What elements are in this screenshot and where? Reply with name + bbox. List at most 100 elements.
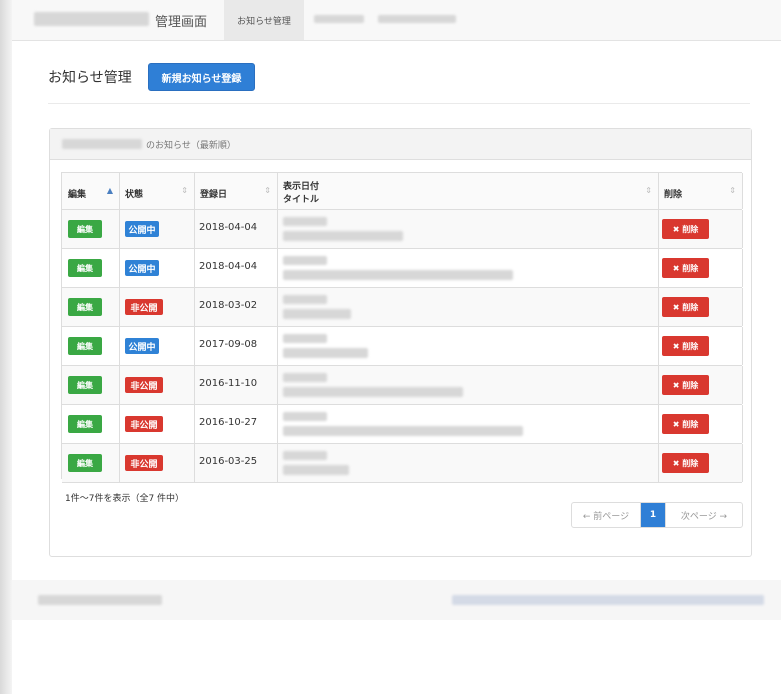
title-redacted	[283, 270, 513, 280]
col-header-edit-label: 編集	[68, 190, 87, 200]
display-date-redacted	[283, 373, 327, 382]
cell-registered: 2016-11-10	[194, 366, 278, 404]
registered-date: 2016-03-25	[199, 456, 258, 467]
delete-button[interactable]: ✖ 削除	[662, 414, 709, 434]
registered-date: 2018-03-02	[199, 300, 258, 311]
cell-edit: 編集	[62, 327, 120, 365]
table-row: 編集 公開中 2018-04-04 ✖ 削除	[62, 249, 743, 288]
panel-heading: のお知らせ（最新順）	[50, 129, 751, 160]
status-badge: 非公開	[125, 299, 163, 315]
status-badge: 公開中	[125, 260, 159, 276]
registered-date: 2017-09-08	[199, 339, 258, 350]
cell-status: 非公開	[119, 444, 195, 482]
panel-heading-redacted	[62, 139, 142, 149]
title-redacted	[283, 348, 368, 358]
table-row: 編集 非公開 2016-11-10 ✖ 削除	[62, 366, 743, 405]
display-date-redacted	[283, 295, 327, 304]
brand-title[interactable]: 管理画面	[155, 11, 207, 30]
status-badge: 非公開	[125, 416, 163, 432]
page-footer	[12, 580, 781, 620]
delete-button[interactable]: ✖ 削除	[662, 219, 709, 239]
col-header-status-label: 状態	[125, 190, 144, 200]
edit-button[interactable]: 編集	[68, 220, 102, 238]
cell-delete: ✖ 削除	[658, 444, 743, 482]
edit-button[interactable]: 編集	[68, 259, 102, 277]
cell-status: 公開中	[119, 249, 195, 287]
page-title: お知らせ管理	[48, 70, 132, 86]
cell-edit: 編集	[62, 288, 120, 326]
cell-title	[277, 366, 659, 404]
panel-heading-text: のお知らせ（最新順）	[146, 141, 236, 151]
edit-button[interactable]: 編集	[68, 415, 102, 433]
sort-both-icon[interactable]: ⇕	[181, 186, 188, 195]
edit-button[interactable]: 編集	[68, 376, 102, 394]
footer-left-redacted	[38, 595, 162, 605]
table-row: 編集 非公開 2016-10-27 ✖ 削除	[62, 405, 743, 444]
header-divider	[48, 103, 750, 104]
registered-date: 2016-10-27	[199, 417, 258, 428]
status-badge: 非公開	[125, 455, 163, 471]
cell-status: 非公開	[119, 288, 195, 326]
delete-button[interactable]: ✖ 削除	[662, 297, 709, 317]
cell-registered: 2018-04-04	[194, 249, 278, 287]
cell-delete: ✖ 削除	[658, 327, 743, 365]
result-summary: 1件〜7件を表示（全7 件中）	[65, 494, 185, 504]
delete-button[interactable]: ✖ 削除	[662, 336, 709, 356]
col-header-title[interactable]: 表示日付 タイトル ⇕	[277, 173, 659, 209]
table-row: 編集 非公開 2018-03-02 ✖ 削除	[62, 288, 743, 327]
title-redacted	[283, 231, 403, 241]
prev-page-button[interactable]: ← 前ページ	[572, 503, 641, 527]
window-edge	[0, 0, 12, 694]
col-header-registered[interactable]: 登録日 ⇕	[194, 173, 278, 209]
col-header-status[interactable]: 状態 ⇕	[119, 173, 195, 209]
table-row: 編集 非公開 2016-03-25 ✖ 削除	[62, 444, 743, 483]
delete-button[interactable]: ✖ 削除	[662, 453, 709, 473]
page-1-button[interactable]: 1	[641, 503, 666, 527]
cell-registered: 2016-10-27	[194, 405, 278, 443]
next-page-button[interactable]: 次ページ →	[666, 503, 742, 527]
cell-title	[277, 405, 659, 443]
notices-panel: のお知らせ（最新順） 編集 ▲ 状態 ⇕ 登録日 ⇕ 表示日付 タイトル ⇕ 削…	[49, 128, 752, 557]
edit-button[interactable]: 編集	[68, 298, 102, 316]
nav-tab-news[interactable]: お知らせ管理	[224, 0, 304, 40]
page: 管理画面 お知らせ管理 お知らせ管理 新規お知らせ登録 のお知らせ（最新順） 編…	[12, 0, 781, 694]
table-header-row: 編集 ▲ 状態 ⇕ 登録日 ⇕ 表示日付 タイトル ⇕ 削除 ⇕	[62, 173, 743, 210]
status-badge: 公開中	[125, 338, 159, 354]
cell-title	[277, 249, 659, 287]
sort-both-icon[interactable]: ⇕	[729, 186, 736, 195]
col-header-delete[interactable]: 削除 ⇕	[658, 173, 743, 209]
notices-table: 編集 ▲ 状態 ⇕ 登録日 ⇕ 表示日付 タイトル ⇕ 削除 ⇕ 編集 公開中 …	[61, 172, 743, 483]
title-redacted	[283, 387, 463, 397]
status-badge: 非公開	[125, 377, 163, 393]
nav-tab-redacted-1[interactable]	[314, 15, 364, 23]
cell-edit: 編集	[62, 210, 120, 248]
cell-delete: ✖ 削除	[658, 366, 743, 404]
title-redacted	[283, 309, 351, 319]
display-date-redacted	[283, 412, 327, 421]
nav-tab-redacted-2[interactable]	[378, 15, 456, 23]
cell-status: 非公開	[119, 405, 195, 443]
table-row: 編集 公開中 2018-04-04 ✖ 削除	[62, 210, 743, 249]
title-redacted	[283, 465, 349, 475]
delete-button[interactable]: ✖ 削除	[662, 375, 709, 395]
display-date-redacted	[283, 451, 327, 460]
sort-both-icon[interactable]: ⇕	[645, 186, 652, 195]
delete-button[interactable]: ✖ 削除	[662, 258, 709, 278]
table-row: 編集 公開中 2017-09-08 ✖ 削除	[62, 327, 743, 366]
cell-registered: 2016-03-25	[194, 444, 278, 482]
col-header-edit[interactable]: 編集 ▲	[62, 173, 120, 209]
col-header-display-date-label: 表示日付	[283, 182, 320, 192]
sort-asc-icon[interactable]: ▲	[107, 186, 113, 195]
col-header-title-label: タイトル	[283, 195, 320, 205]
cell-status: 公開中	[119, 210, 195, 248]
col-header-delete-label: 削除	[664, 190, 683, 200]
sort-both-icon[interactable]: ⇕	[264, 186, 271, 195]
edit-button[interactable]: 編集	[68, 454, 102, 472]
new-notice-button[interactable]: 新規お知らせ登録	[148, 63, 255, 91]
cell-status: 公開中	[119, 327, 195, 365]
col-header-registered-label: 登録日	[200, 190, 228, 200]
cell-title	[277, 210, 659, 248]
registered-date: 2016-11-10	[199, 378, 258, 389]
cell-edit: 編集	[62, 366, 120, 404]
edit-button[interactable]: 編集	[68, 337, 102, 355]
